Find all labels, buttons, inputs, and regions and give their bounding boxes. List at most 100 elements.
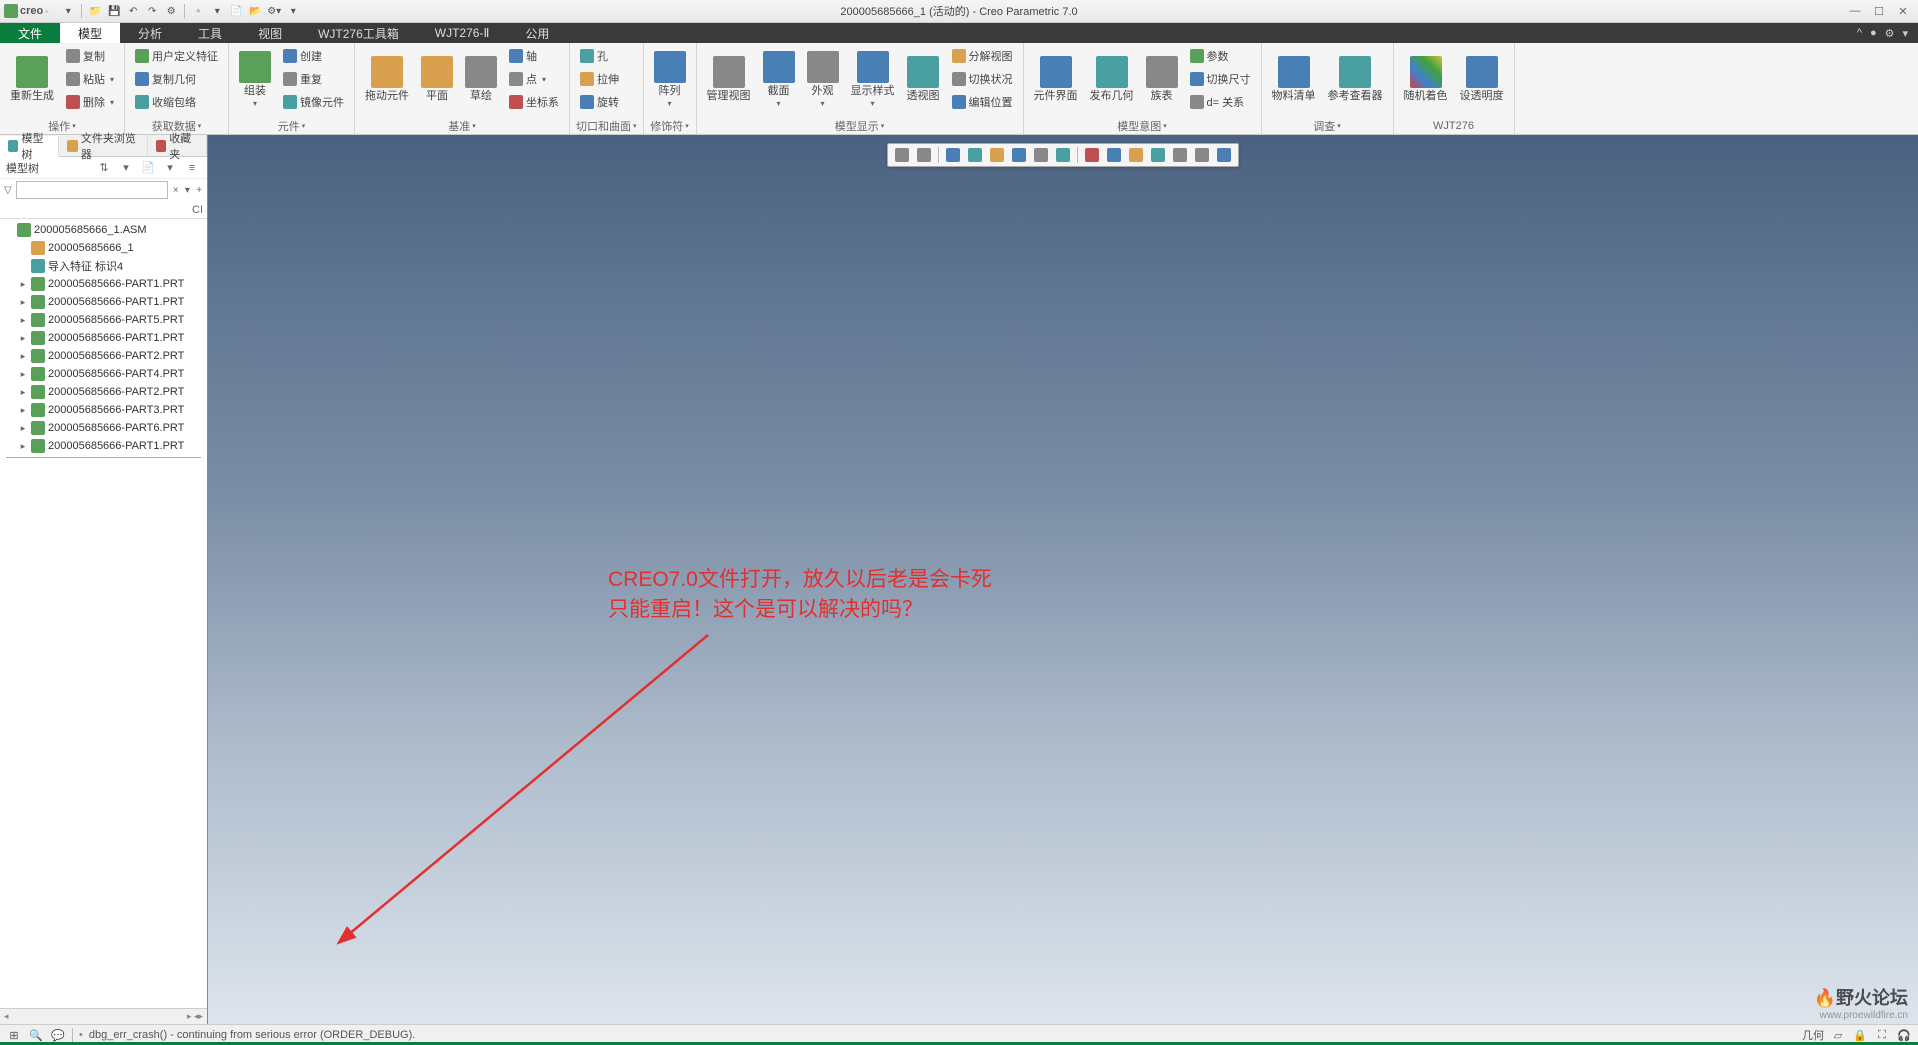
tree-node[interactable]: ▸200005685666-PART2.PRT bbox=[0, 383, 207, 401]
repeat-button[interactable]: 重复 bbox=[279, 68, 348, 90]
tree-node[interactable]: ▸200005685666-PART1.PRT bbox=[0, 329, 207, 347]
expand-icon[interactable]: ▸ bbox=[18, 423, 28, 434]
expand-icon[interactable]: ▸ bbox=[18, 297, 28, 308]
set-transparency-button[interactable]: 设透明度 bbox=[1456, 45, 1508, 113]
create-button[interactable]: 创建 bbox=[279, 45, 348, 67]
tree-node[interactable]: ▸200005685666-PART6.PRT bbox=[0, 419, 207, 437]
appearance-button[interactable]: 外观▾ bbox=[803, 45, 843, 113]
tab-公用[interactable]: 公用 bbox=[507, 23, 567, 43]
toggle-status-button[interactable]: 切换状况 bbox=[948, 68, 1017, 90]
sb-lock-icon[interactable]: 🔒 bbox=[1852, 1027, 1868, 1043]
tree-node[interactable]: ▸200005685666-PART1.PRT bbox=[0, 437, 207, 455]
ribbon-dd-icon[interactable]: ▾ bbox=[1902, 27, 1908, 40]
tab-file[interactable]: 文件 bbox=[0, 23, 60, 43]
tab-视图[interactable]: 视图 bbox=[240, 23, 300, 43]
zoom-in-icon[interactable] bbox=[892, 145, 912, 165]
tree-dd-icon[interactable]: ▾ bbox=[161, 159, 179, 177]
expand-icon[interactable]: ▸ bbox=[18, 441, 28, 452]
qat-undo-icon[interactable]: ↶ bbox=[125, 3, 141, 19]
expand-icon[interactable]: ▸ bbox=[18, 279, 28, 290]
switch-dims-button[interactable]: 切换尺寸 bbox=[1186, 68, 1255, 90]
point-button[interactable]: 点▾ bbox=[505, 68, 563, 90]
csys-button[interactable]: 坐标系 bbox=[505, 91, 563, 113]
tree-node[interactable]: ▸200005685666-PART5.PRT bbox=[0, 311, 207, 329]
copy-geom-button[interactable]: 复制几何 bbox=[131, 68, 222, 90]
qat-close-icon[interactable]: ▫ bbox=[190, 3, 206, 19]
random-color-button[interactable]: 随机着色 bbox=[1400, 45, 1452, 113]
qat-settings-icon[interactable]: ⚙▾ bbox=[266, 3, 282, 19]
qat-open2-icon[interactable]: 📂 bbox=[247, 3, 263, 19]
axis-button[interactable]: 轴 bbox=[505, 45, 563, 67]
edit-pos-button[interactable]: 编辑位置 bbox=[948, 91, 1017, 113]
orient-icon[interactable] bbox=[987, 145, 1007, 165]
refit-icon[interactable] bbox=[943, 145, 963, 165]
filter-funnel-icon[interactable]: ▽ bbox=[4, 182, 12, 198]
tree-node[interactable]: ▸200005685666-PART1.PRT bbox=[0, 275, 207, 293]
qat-new2-icon[interactable]: 📄 bbox=[228, 3, 244, 19]
relations-button[interactable]: d= 关系 bbox=[1186, 91, 1255, 113]
drag-comp-button[interactable]: 拖动元件 bbox=[361, 45, 413, 113]
paste-button[interactable]: 粘贴▾ bbox=[62, 68, 118, 90]
qat-open-icon[interactable]: 📁 bbox=[87, 3, 103, 19]
expand-icon[interactable]: ▸ bbox=[18, 315, 28, 326]
tree-filter-icon[interactable]: ⇅ bbox=[95, 159, 113, 177]
lp-tab-收藏夹[interactable]: 收藏夹 bbox=[148, 135, 207, 156]
datum-disp-icon[interactable] bbox=[1053, 145, 1073, 165]
explode-button[interactable]: 分解视图 bbox=[948, 45, 1017, 67]
filter-mode-icon[interactable]: ▾ bbox=[184, 182, 192, 198]
comp-interface-button[interactable]: 元件界面 bbox=[1030, 45, 1082, 113]
plane-disp-icon[interactable] bbox=[1148, 145, 1168, 165]
qat-regen-icon[interactable]: ⚙ bbox=[163, 3, 179, 19]
perspective-button[interactable]: 透视图 bbox=[903, 45, 944, 113]
tree-filter-input[interactable] bbox=[16, 181, 168, 199]
parameters-button[interactable]: 参数 bbox=[1186, 45, 1255, 67]
filter-clear-icon[interactable]: × bbox=[172, 182, 180, 198]
sb-filter-icon[interactable]: ▱ bbox=[1830, 1027, 1846, 1043]
saved-view-icon[interactable] bbox=[1009, 145, 1029, 165]
close-button[interactable]: ✕ bbox=[1892, 3, 1914, 19]
expand-icon[interactable]: ▸ bbox=[18, 405, 28, 416]
tree-node[interactable]: ▸200005685666-PART3.PRT bbox=[0, 401, 207, 419]
sb-tree-icon[interactable]: ⊞ bbox=[6, 1027, 22, 1043]
graphics-viewport[interactable]: CREO7.0文件打开，放久以后老是会卡死 只能重启！这个是可以解决的吗？ bbox=[208, 135, 1918, 1024]
qat-windows-icon[interactable]: ▾ bbox=[209, 3, 225, 19]
lp-tab-文件夹浏览器[interactable]: 文件夹浏览器 bbox=[59, 135, 147, 156]
pause-icon[interactable] bbox=[1192, 145, 1212, 165]
tab-WJT276-Ⅱ[interactable]: WJT276-Ⅱ bbox=[417, 23, 508, 43]
expand-icon[interactable]: ▸ bbox=[18, 387, 28, 398]
expand-icon[interactable]: ▸ bbox=[18, 369, 28, 380]
spin-center-icon[interactable] bbox=[1214, 145, 1234, 165]
ref-viewer-button[interactable]: 参考查看器 bbox=[1324, 45, 1387, 113]
delete-button[interactable]: 删除▾ bbox=[62, 91, 118, 113]
assemble-button[interactable]: 组装▾ bbox=[235, 45, 275, 113]
qat-new-icon[interactable]: ▾ bbox=[60, 3, 76, 19]
zoom-out-icon[interactable] bbox=[914, 145, 934, 165]
sketch-button[interactable]: 草绘 bbox=[461, 45, 501, 113]
mirror-comp-button[interactable]: 镜像元件 bbox=[279, 91, 348, 113]
tab-WJT276工具箱[interactable]: WJT276工具箱 bbox=[300, 23, 417, 43]
sb-headset-icon[interactable]: 🎧 bbox=[1896, 1027, 1912, 1043]
tab-模型[interactable]: 模型 bbox=[60, 23, 120, 43]
udf-button[interactable]: 用户定义特征 bbox=[131, 45, 222, 67]
tree-node[interactable]: 200005685666_1.ASM bbox=[0, 221, 207, 239]
tree-settings-icon[interactable]: ▾ bbox=[117, 159, 135, 177]
sb-msg-icon[interactable]: 💬 bbox=[50, 1027, 66, 1043]
tree-node[interactable]: 200005685666_1 bbox=[0, 239, 207, 257]
ribbon-gear-icon[interactable]: ⚙ bbox=[1885, 27, 1895, 40]
ribbon-search-icon[interactable]: ● bbox=[1870, 27, 1877, 39]
filter-plus-icon[interactable]: + bbox=[195, 182, 203, 198]
lp-tab-模型树[interactable]: 模型树 bbox=[0, 136, 59, 157]
shrinkwrap-button[interactable]: 收缩包络 bbox=[131, 91, 222, 113]
qat-save-icon[interactable]: 💾 bbox=[106, 3, 122, 19]
sb-find-icon[interactable]: 🔍 bbox=[28, 1027, 44, 1043]
expand-icon[interactable]: ▸ bbox=[18, 333, 28, 344]
tree-show-icon[interactable]: 📄 bbox=[139, 159, 157, 177]
bom-button[interactable]: 物料清单 bbox=[1268, 45, 1320, 113]
expand-icon[interactable]: ▸ bbox=[18, 351, 28, 362]
plane-button[interactable]: 平面 bbox=[417, 45, 457, 113]
tree-node[interactable]: ▸200005685666-PART1.PRT bbox=[0, 293, 207, 311]
display-style-icon[interactable] bbox=[1031, 145, 1051, 165]
axis-disp-icon[interactable] bbox=[1082, 145, 1102, 165]
zoom-selected-icon[interactable] bbox=[965, 145, 985, 165]
tab-分析[interactable]: 分析 bbox=[120, 23, 180, 43]
